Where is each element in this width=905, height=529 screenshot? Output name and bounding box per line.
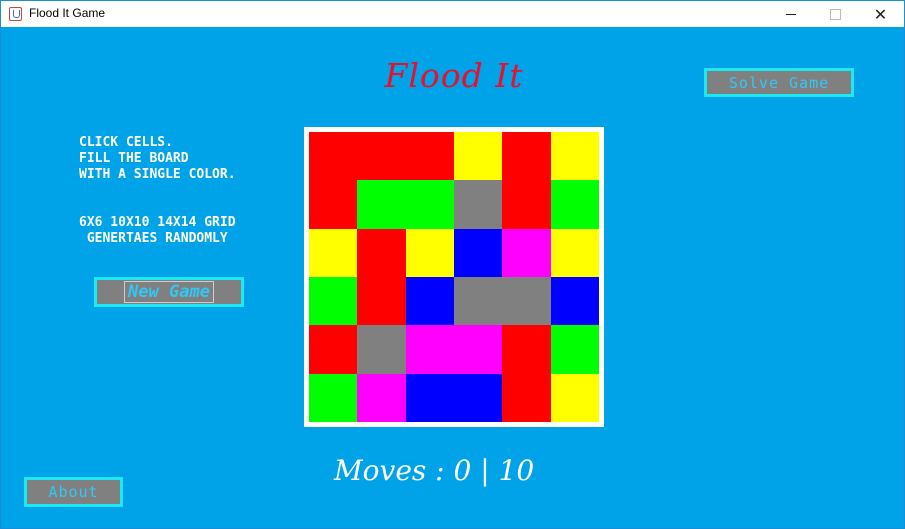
board-cell-magenta[interactable]: [502, 228, 551, 277]
board-cell-green[interactable]: [309, 276, 358, 326]
max-moves-value: 10: [498, 454, 535, 487]
board-cell-green[interactable]: [550, 180, 599, 229]
about-button[interactable]: About: [24, 477, 123, 507]
game-board: [304, 127, 604, 427]
board-cell-green[interactable]: [550, 325, 599, 374]
instructions-text: CLICK CELLS. FILL THE BOARD WITH A SINGL…: [79, 135, 236, 182]
board-cell-yellow[interactable]: [550, 132, 599, 181]
app-window: Flood It Game ✕ Flood It Solve Game CLIC…: [0, 0, 905, 529]
board-cell-gray[interactable]: [453, 180, 503, 229]
board-cell-blue[interactable]: [453, 228, 503, 277]
new-game-button[interactable]: New Game: [94, 277, 244, 307]
moves-value: 0: [453, 454, 472, 487]
board-cell-blue[interactable]: [453, 373, 503, 422]
board-cell-yellow[interactable]: [550, 373, 599, 422]
grid-info-text: 6X6 10X10 14X14 GRID GENERTAES RANDOMLY: [79, 215, 236, 246]
moves-label: Moves :: [334, 454, 454, 487]
board-cell-magenta[interactable]: [405, 325, 454, 374]
board-cell-yellow[interactable]: [550, 228, 599, 277]
game-title: Flood It: [384, 56, 524, 95]
board-cell-gray[interactable]: [502, 276, 551, 326]
board-cell-red[interactable]: [357, 228, 406, 277]
board-cell-red[interactable]: [309, 325, 358, 374]
minimize-button[interactable]: [768, 1, 813, 27]
board-cell-gray[interactable]: [453, 276, 503, 326]
solve-game-button[interactable]: Solve Game: [704, 68, 854, 97]
title-bar: Flood It Game ✕: [1, 1, 904, 27]
board-cell-gray[interactable]: [357, 325, 406, 374]
board-cell-green[interactable]: [405, 180, 454, 229]
new-game-label: New Game: [124, 281, 214, 303]
board-cell-red[interactable]: [405, 132, 454, 181]
board-cell-red[interactable]: [502, 325, 551, 374]
board-cell-blue[interactable]: [405, 276, 454, 326]
board-cell-blue[interactable]: [405, 373, 454, 422]
close-button[interactable]: ✕: [858, 1, 903, 27]
board-cell-red[interactable]: [357, 132, 406, 181]
board-cell-red[interactable]: [309, 132, 358, 181]
maximize-button[interactable]: [813, 1, 858, 27]
board-cell-red[interactable]: [502, 180, 551, 229]
window-title: Flood It Game: [29, 6, 106, 20]
board-cell-red[interactable]: [502, 373, 551, 422]
moves-separator: |: [471, 454, 499, 487]
board-cell-red[interactable]: [309, 180, 358, 229]
board-cell-yellow[interactable]: [309, 228, 358, 277]
moves-counter: Moves : 0 | 10: [334, 454, 534, 487]
board-cell-magenta[interactable]: [453, 325, 503, 374]
board-cell-magenta[interactable]: [357, 373, 406, 422]
java-app-icon: [9, 7, 22, 21]
board-cell-blue[interactable]: [550, 276, 599, 326]
board-cell-yellow[interactable]: [453, 132, 503, 181]
board-cell-yellow[interactable]: [405, 228, 454, 277]
board-cell-red[interactable]: [502, 132, 551, 181]
board-cell-green[interactable]: [357, 180, 406, 229]
board-cell-red[interactable]: [357, 276, 406, 326]
board-cell-green[interactable]: [309, 373, 358, 422]
